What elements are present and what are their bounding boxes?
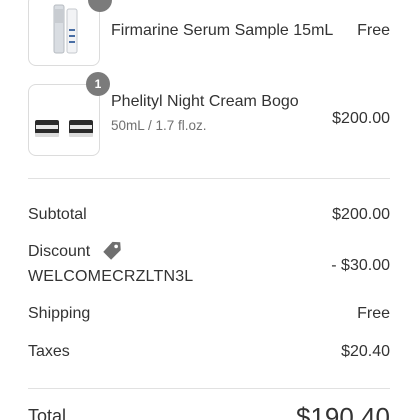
product-variant: 50mL / 1.7 fl.oz.	[111, 118, 207, 133]
product-price: $200.00	[332, 110, 390, 127]
product-thumbnail-night-cream	[28, 84, 100, 156]
shipping-label: Shipping	[28, 305, 91, 322]
cream-jars-image	[35, 120, 93, 137]
product-price: Free	[357, 22, 390, 39]
line-item-night-cream: 1 Phelityl Night Cream Bogo 50mL / 1.7 f…	[28, 72, 390, 156]
shipping-value: Free	[357, 305, 390, 322]
subtotal-value: $200.00	[332, 206, 390, 223]
total-label: Total	[28, 406, 67, 420]
total-value: $190.40	[296, 402, 390, 420]
product-name: Phelityl Night Cream Bogo	[111, 93, 299, 110]
items-divider	[28, 178, 390, 179]
taxes-label: Taxes	[28, 343, 70, 360]
product-name: Firmarine Serum Sample 15mL	[111, 22, 334, 39]
tag-icon	[103, 241, 121, 260]
serum-bottle-image	[53, 4, 78, 54]
subtotal-label: Subtotal	[28, 206, 87, 223]
taxes-value: $20.40	[341, 343, 390, 360]
quantity-badge: 1	[86, 72, 110, 96]
discount-value: - $30.00	[331, 257, 390, 274]
product-thumbnail-serum	[28, 0, 100, 66]
discount-label: Discount	[28, 243, 91, 260]
total-divider	[28, 388, 390, 389]
discount-code: WELCOMECRZLTN3L	[28, 268, 194, 285]
line-item-serum-sample: Firmarine Serum Sample 15mL Free	[28, 0, 390, 66]
